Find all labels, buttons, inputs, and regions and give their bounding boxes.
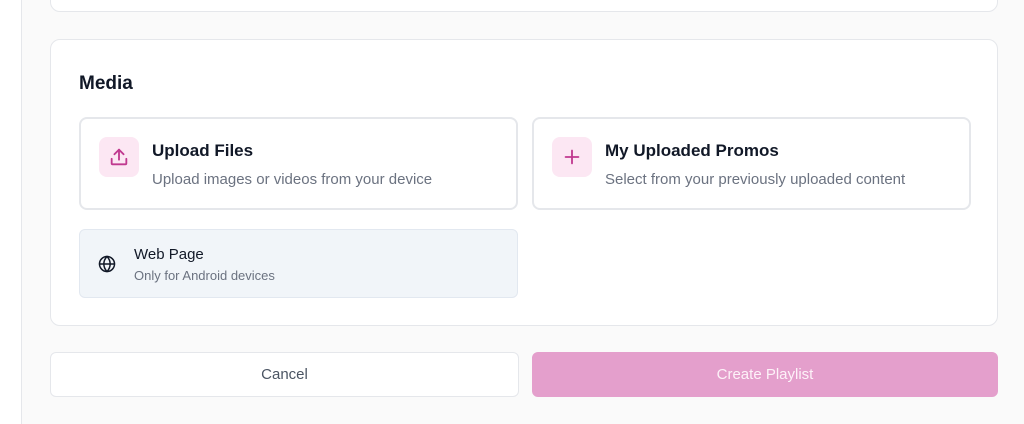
my-uploaded-promos-title: My Uploaded Promos <box>605 141 779 160</box>
globe-icon <box>97 254 117 274</box>
web-page-title: Web Page <box>134 246 204 263</box>
upload-files-description: Upload images or videos from your device <box>152 171 433 188</box>
web-page-description: Only for Android devices <box>134 268 275 283</box>
upload-icon <box>99 137 139 177</box>
previous-section-card <box>50 0 998 12</box>
my-uploaded-promos-option[interactable]: My Uploaded Promos Select from your prev… <box>532 117 971 210</box>
cancel-button[interactable]: Cancel <box>50 352 519 397</box>
my-uploaded-promos-description: Select from your previously uploaded con… <box>605 171 906 188</box>
web-page-option[interactable]: Web Page Only for Android devices <box>79 229 518 298</box>
media-section: Media Upload Files Upload images or vide… <box>50 39 998 326</box>
upload-files-option[interactable]: Upload Files Upload images or videos fro… <box>79 117 518 210</box>
page: Media Upload Files Upload images or vide… <box>0 0 1024 424</box>
plus-icon <box>552 137 592 177</box>
create-playlist-button[interactable]: Create Playlist <box>532 352 998 397</box>
media-section-title: Media <box>79 73 133 94</box>
left-sidebar-edge <box>0 0 22 424</box>
upload-files-title: Upload Files <box>152 141 254 160</box>
